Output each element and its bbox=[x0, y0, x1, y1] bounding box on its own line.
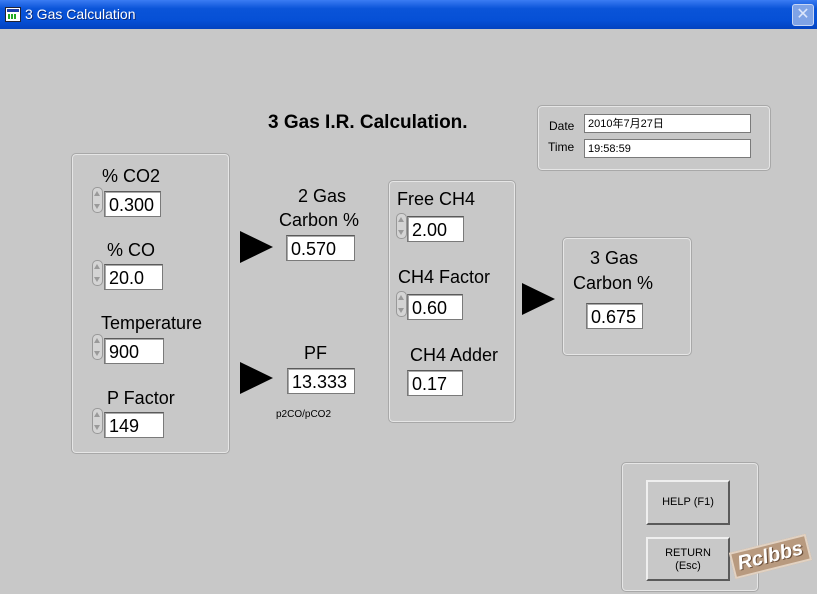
co2-label: % CO2 bbox=[102, 166, 161, 186]
help-button-label: HELP (F1) bbox=[662, 496, 714, 508]
temperature-label: Temperature bbox=[101, 313, 203, 333]
free-ch4-field[interactable]: 2.00 bbox=[407, 216, 464, 242]
app-icon bbox=[5, 7, 21, 22]
pfactor-label: P Factor bbox=[107, 388, 175, 408]
ch4-factor-field[interactable]: 0.60 bbox=[407, 294, 463, 320]
two-gas-carbon-field: 0.570 bbox=[286, 235, 355, 261]
close-button[interactable]: ✕ bbox=[792, 4, 814, 26]
co-field[interactable]: 20.0 bbox=[104, 264, 163, 290]
pf-field: 13.333 bbox=[287, 368, 355, 394]
ch4-factor-label: CH4 Factor bbox=[398, 267, 491, 287]
pf-note: p2CO/pCO2 bbox=[276, 409, 332, 420]
pfactor-field[interactable]: 149 bbox=[104, 412, 164, 438]
temperature-stepper[interactable] bbox=[92, 334, 103, 360]
co2-field[interactable]: 0.300 bbox=[104, 191, 161, 217]
co2-stepper[interactable] bbox=[92, 187, 103, 213]
three-gas-label-line2: Carbon % bbox=[573, 273, 654, 293]
date-label: Date bbox=[549, 119, 575, 133]
ch4-adder-label: CH4 Adder bbox=[410, 345, 499, 365]
two-gas-label-line2: Carbon % bbox=[279, 210, 360, 230]
three-gas-label-line1: 3 Gas bbox=[590, 248, 639, 268]
three-gas-carbon-field: 0.675 bbox=[586, 303, 643, 329]
arrow-right-icon bbox=[240, 231, 273, 263]
free-ch4-label: Free CH4 bbox=[397, 189, 476, 209]
pf-label: PF bbox=[304, 343, 328, 363]
arrow-right-icon bbox=[240, 362, 273, 394]
help-button[interactable]: HELP (F1) bbox=[646, 480, 730, 525]
ch4-adder-field: 0.17 bbox=[407, 370, 463, 396]
return-button-label-line2: (Esc) bbox=[675, 560, 701, 572]
co-label: % CO bbox=[107, 240, 156, 260]
window-title: 3 Gas Calculation bbox=[25, 6, 136, 22]
co-stepper[interactable] bbox=[92, 260, 103, 286]
arrow-right-icon bbox=[522, 283, 555, 315]
title-bar: 3 Gas Calculation ✕ bbox=[0, 0, 817, 29]
date-field: 2010年7月27日 bbox=[584, 114, 751, 133]
time-label: Time bbox=[548, 140, 575, 154]
time-field: 19:58:59 bbox=[584, 139, 751, 158]
ch4-factor-stepper[interactable] bbox=[396, 291, 407, 317]
pfactor-stepper[interactable] bbox=[92, 408, 103, 434]
return-button-label-line1: RETURN bbox=[665, 547, 711, 559]
temperature-field[interactable]: 900 bbox=[104, 338, 164, 364]
free-ch4-stepper[interactable] bbox=[396, 213, 407, 239]
return-button[interactable]: RETURN (Esc) bbox=[646, 537, 730, 581]
two-gas-label-line1: 2 Gas bbox=[298, 186, 347, 206]
page-title: 3 Gas I.R. Calculation. bbox=[268, 112, 468, 133]
